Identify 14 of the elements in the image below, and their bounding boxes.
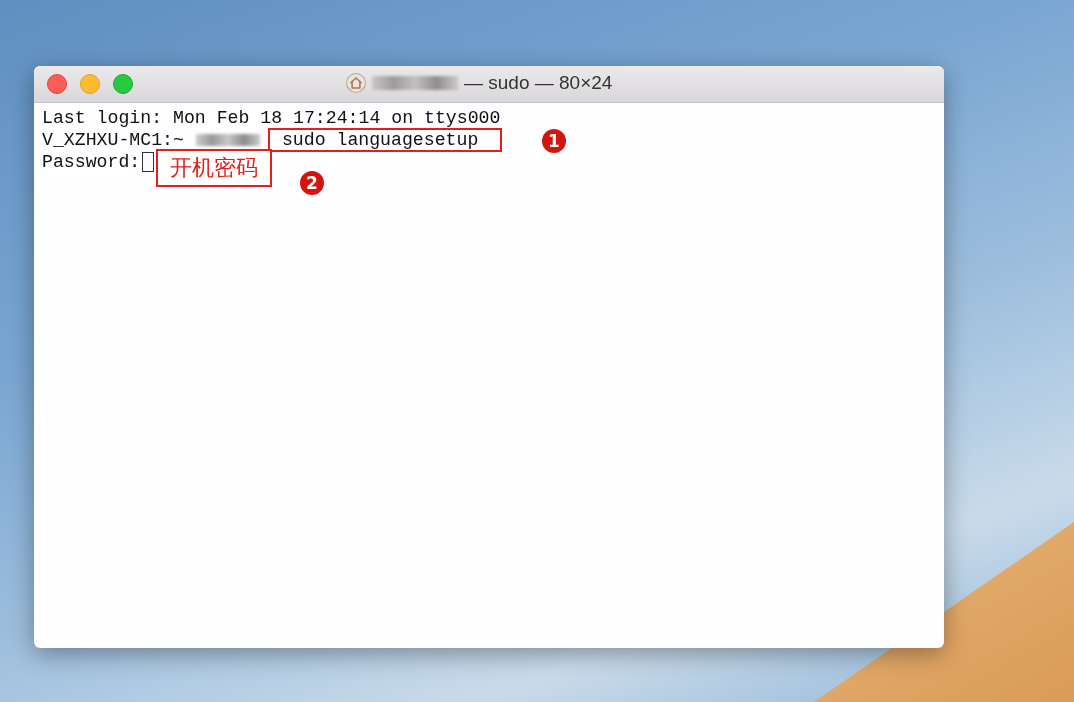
annotation-label: 开机密码 [156, 149, 272, 187]
step-number-badge: 1 [542, 129, 566, 153]
minimize-button[interactable] [80, 74, 100, 94]
terminal-output: Last login: Mon Feb 18 17:24:14 on ttys000 [42, 107, 501, 129]
redacted-username [195, 134, 260, 146]
close-button[interactable] [47, 74, 67, 94]
password-prompt: Password: [42, 151, 141, 173]
zoom-button[interactable] [113, 74, 133, 94]
highlighted-command: sudo languagesetup [267, 128, 503, 152]
step-number-badge: 2 [300, 171, 324, 195]
shell-prompt: V_XZHXU-MC1:~ [42, 129, 184, 151]
window-title: — sudo — 80×24 [464, 72, 613, 94]
text-cursor [142, 152, 155, 172]
house-icon [346, 73, 366, 93]
